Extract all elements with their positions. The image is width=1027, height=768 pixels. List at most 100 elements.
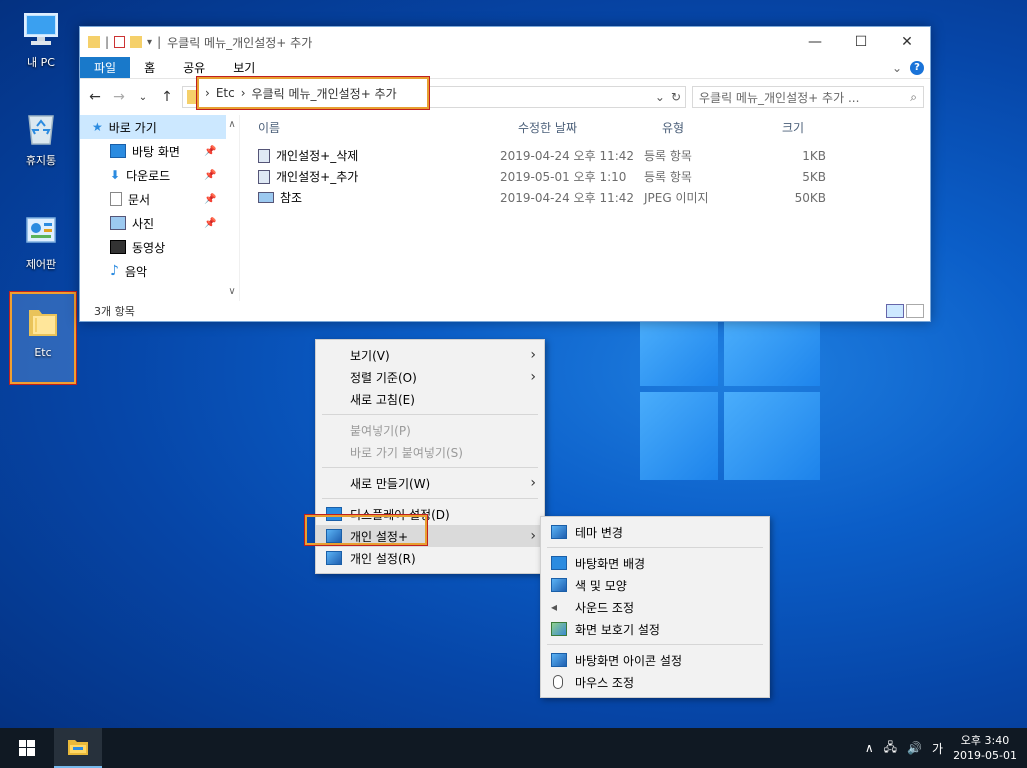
file-type: JPEG 이미지: [644, 191, 709, 205]
desktop-icon-recycle-bin[interactable]: 휴지통: [8, 108, 74, 168]
tab-share[interactable]: 공유: [169, 57, 219, 78]
submenu-item-mouse[interactable]: 마우스 조정: [541, 671, 769, 693]
nav-music[interactable]: ♪ 음악: [80, 259, 239, 283]
taskbar-file-explorer[interactable]: [54, 728, 102, 768]
ime-indicator[interactable]: 가: [932, 740, 943, 757]
desktop-icon-etc-folder[interactable]: Etc: [9, 291, 77, 385]
menu-separator: [547, 547, 763, 548]
menu-separator: [322, 498, 538, 499]
tab-home[interactable]: 홈: [130, 57, 169, 78]
mouse-icon: [553, 675, 563, 689]
tray-chevron-icon[interactable]: ∧: [865, 741, 874, 755]
nav-label: 문서: [128, 192, 151, 207]
details-view-icon[interactable]: [886, 304, 904, 318]
submenu-item-sound[interactable]: ◂ 사운드 조정: [541, 596, 769, 618]
file-name: 개인설정+_추가: [276, 170, 359, 184]
help-icon[interactable]: ?: [910, 60, 924, 75]
search-icon: ⌕: [910, 89, 917, 104]
nav-label: 음악: [124, 264, 148, 279]
wallpaper-icon: [551, 556, 567, 570]
clock-date: 2019-05-01: [953, 749, 1017, 762]
menu-item-sort[interactable]: 정렬 기준(O) ›: [316, 366, 544, 388]
column-type[interactable]: 유형: [644, 119, 764, 136]
recent-locations-icon[interactable]: ⌄: [134, 92, 152, 103]
theme-icon: [551, 525, 567, 539]
refresh-icon[interactable]: ↻: [671, 90, 681, 104]
nav-downloads[interactable]: ⬇ 다운로드 📌: [80, 163, 239, 187]
breadcrumb-etc[interactable]: Etc: [216, 86, 235, 100]
personalize-submenu: 테마 변경 바탕화면 배경 색 및 모양 ◂ 사운드 조정 화면 보호기 설정 …: [540, 516, 770, 698]
tab-view[interactable]: 보기: [219, 57, 269, 78]
new-folder-icon[interactable]: [130, 36, 143, 48]
menu-item-personalize[interactable]: 개인 설정(R): [316, 547, 544, 569]
speaker-icon: ◂: [551, 600, 558, 614]
search-input[interactable]: 우클릭 메뉴_개인설정+ 추가 ... ⌕: [692, 86, 924, 108]
file-row[interactable]: 개인설정+_추가 2019-05-01 오후 1:10 등록 항목 5KB: [240, 166, 930, 187]
submenu-item-desktop-icons[interactable]: 바탕화면 아이콘 설정: [541, 649, 769, 671]
breadcrumb-current[interactable]: 우클릭 메뉴_개인설정+ 추가: [252, 85, 397, 102]
clock[interactable]: 오후 3:40 2019-05-01: [953, 733, 1017, 763]
volume-icon[interactable]: 🔊: [907, 741, 922, 755]
nav-label: 바로 가기: [108, 120, 157, 135]
nav-scrollbar[interactable]: ∧ ∨: [225, 115, 239, 301]
file-modified: 2019-04-24 오후 11:42: [500, 191, 635, 205]
address-bar[interactable]: › Etc › 우클릭 메뉴_개인설정+ 추가 ⌄ ↻: [182, 76, 686, 110]
desktop-icon-this-pc[interactable]: 내 PC: [8, 10, 74, 70]
address-breadcrumb[interactable]: › Etc › 우클릭 메뉴_개인설정+ 추가: [196, 76, 430, 110]
recycle-bin-icon: [28, 115, 54, 145]
network-icon[interactable]: 🖧: [884, 738, 897, 759]
nav-videos[interactable]: 동영상: [80, 235, 239, 259]
nav-pictures[interactable]: 사진 📌: [80, 211, 239, 235]
music-note-icon: ♪: [110, 263, 119, 279]
image-file-icon: [258, 192, 274, 203]
start-button[interactable]: [0, 728, 54, 768]
back-arrow-icon[interactable]: ←: [86, 89, 104, 105]
system-tray: ∧ 🖧 🔊 가 오후 3:40 2019-05-01: [865, 733, 1027, 763]
windows-logo-icon: [19, 740, 35, 756]
tab-file[interactable]: 파일: [80, 57, 131, 78]
properties-icon[interactable]: [114, 36, 126, 48]
file-explorer-icon: [68, 740, 88, 755]
forward-arrow-icon[interactable]: →: [110, 89, 128, 105]
menu-item-new[interactable]: 새로 만들기(W) ›: [316, 472, 544, 494]
file-row[interactable]: 개인설정+_삭제 2019-04-24 오후 11:42 등록 항목 1KB: [240, 145, 930, 166]
menu-separator: [322, 414, 538, 415]
computer-icon: [24, 13, 58, 45]
large-icons-view-icon[interactable]: [906, 304, 924, 318]
desktop-icon-control-panel[interactable]: 제어판: [8, 212, 74, 272]
customize-chevron-icon[interactable]: ▾: [147, 37, 152, 48]
submenu-item-theme[interactable]: 테마 변경: [541, 521, 769, 543]
scroll-down-icon[interactable]: ∨: [228, 286, 235, 297]
column-name[interactable]: 이름: [240, 119, 500, 136]
column-headers: 이름 수정한 날짜 유형 크기: [240, 115, 930, 139]
submenu-item-screensaver[interactable]: 화면 보호기 설정: [541, 618, 769, 640]
column-size[interactable]: 크기: [764, 119, 844, 136]
nav-desktop[interactable]: 바탕 화면 📌: [80, 139, 239, 163]
menu-item-refresh[interactable]: 새로 고침(E): [316, 388, 544, 410]
registry-file-icon: [258, 169, 270, 184]
nav-label: 바탕 화면: [132, 144, 180, 159]
registry-file-icon: [258, 148, 270, 163]
file-size: 1KB: [802, 148, 826, 163]
scroll-up-icon[interactable]: ∧: [228, 119, 235, 130]
address-dropdown-icon[interactable]: ⌄: [655, 90, 665, 104]
expand-ribbon-icon[interactable]: ⌄: [892, 61, 902, 75]
file-size: 50KB: [794, 190, 826, 205]
submenu-item-background[interactable]: 바탕화면 배경: [541, 552, 769, 574]
nav-quick-access[interactable]: ★ 바로 가기: [80, 115, 226, 139]
minimize-button[interactable]: —: [792, 27, 838, 57]
nav-documents[interactable]: 문서 📌: [80, 187, 239, 211]
maximize-button[interactable]: ☐: [838, 27, 884, 57]
up-arrow-icon[interactable]: ↑: [158, 89, 176, 105]
desktop-icon-label: 휴지통: [25, 154, 57, 167]
item-count: 3개 항목: [94, 305, 135, 318]
document-icon: [110, 192, 122, 206]
pin-icon: 📌: [204, 145, 217, 157]
menu-item-view[interactable]: 보기(V) ›: [316, 344, 544, 366]
column-modified[interactable]: 수정한 날짜: [500, 119, 644, 136]
wallpaper-logo-pane: [640, 322, 718, 386]
submenu-item-color[interactable]: 색 및 모양: [541, 574, 769, 596]
close-button[interactable]: ✕: [884, 27, 930, 57]
file-row[interactable]: 참조 2019-04-24 오후 11:42 JPEG 이미지 50KB: [240, 187, 930, 208]
nav-label: 다운로드: [126, 168, 171, 183]
